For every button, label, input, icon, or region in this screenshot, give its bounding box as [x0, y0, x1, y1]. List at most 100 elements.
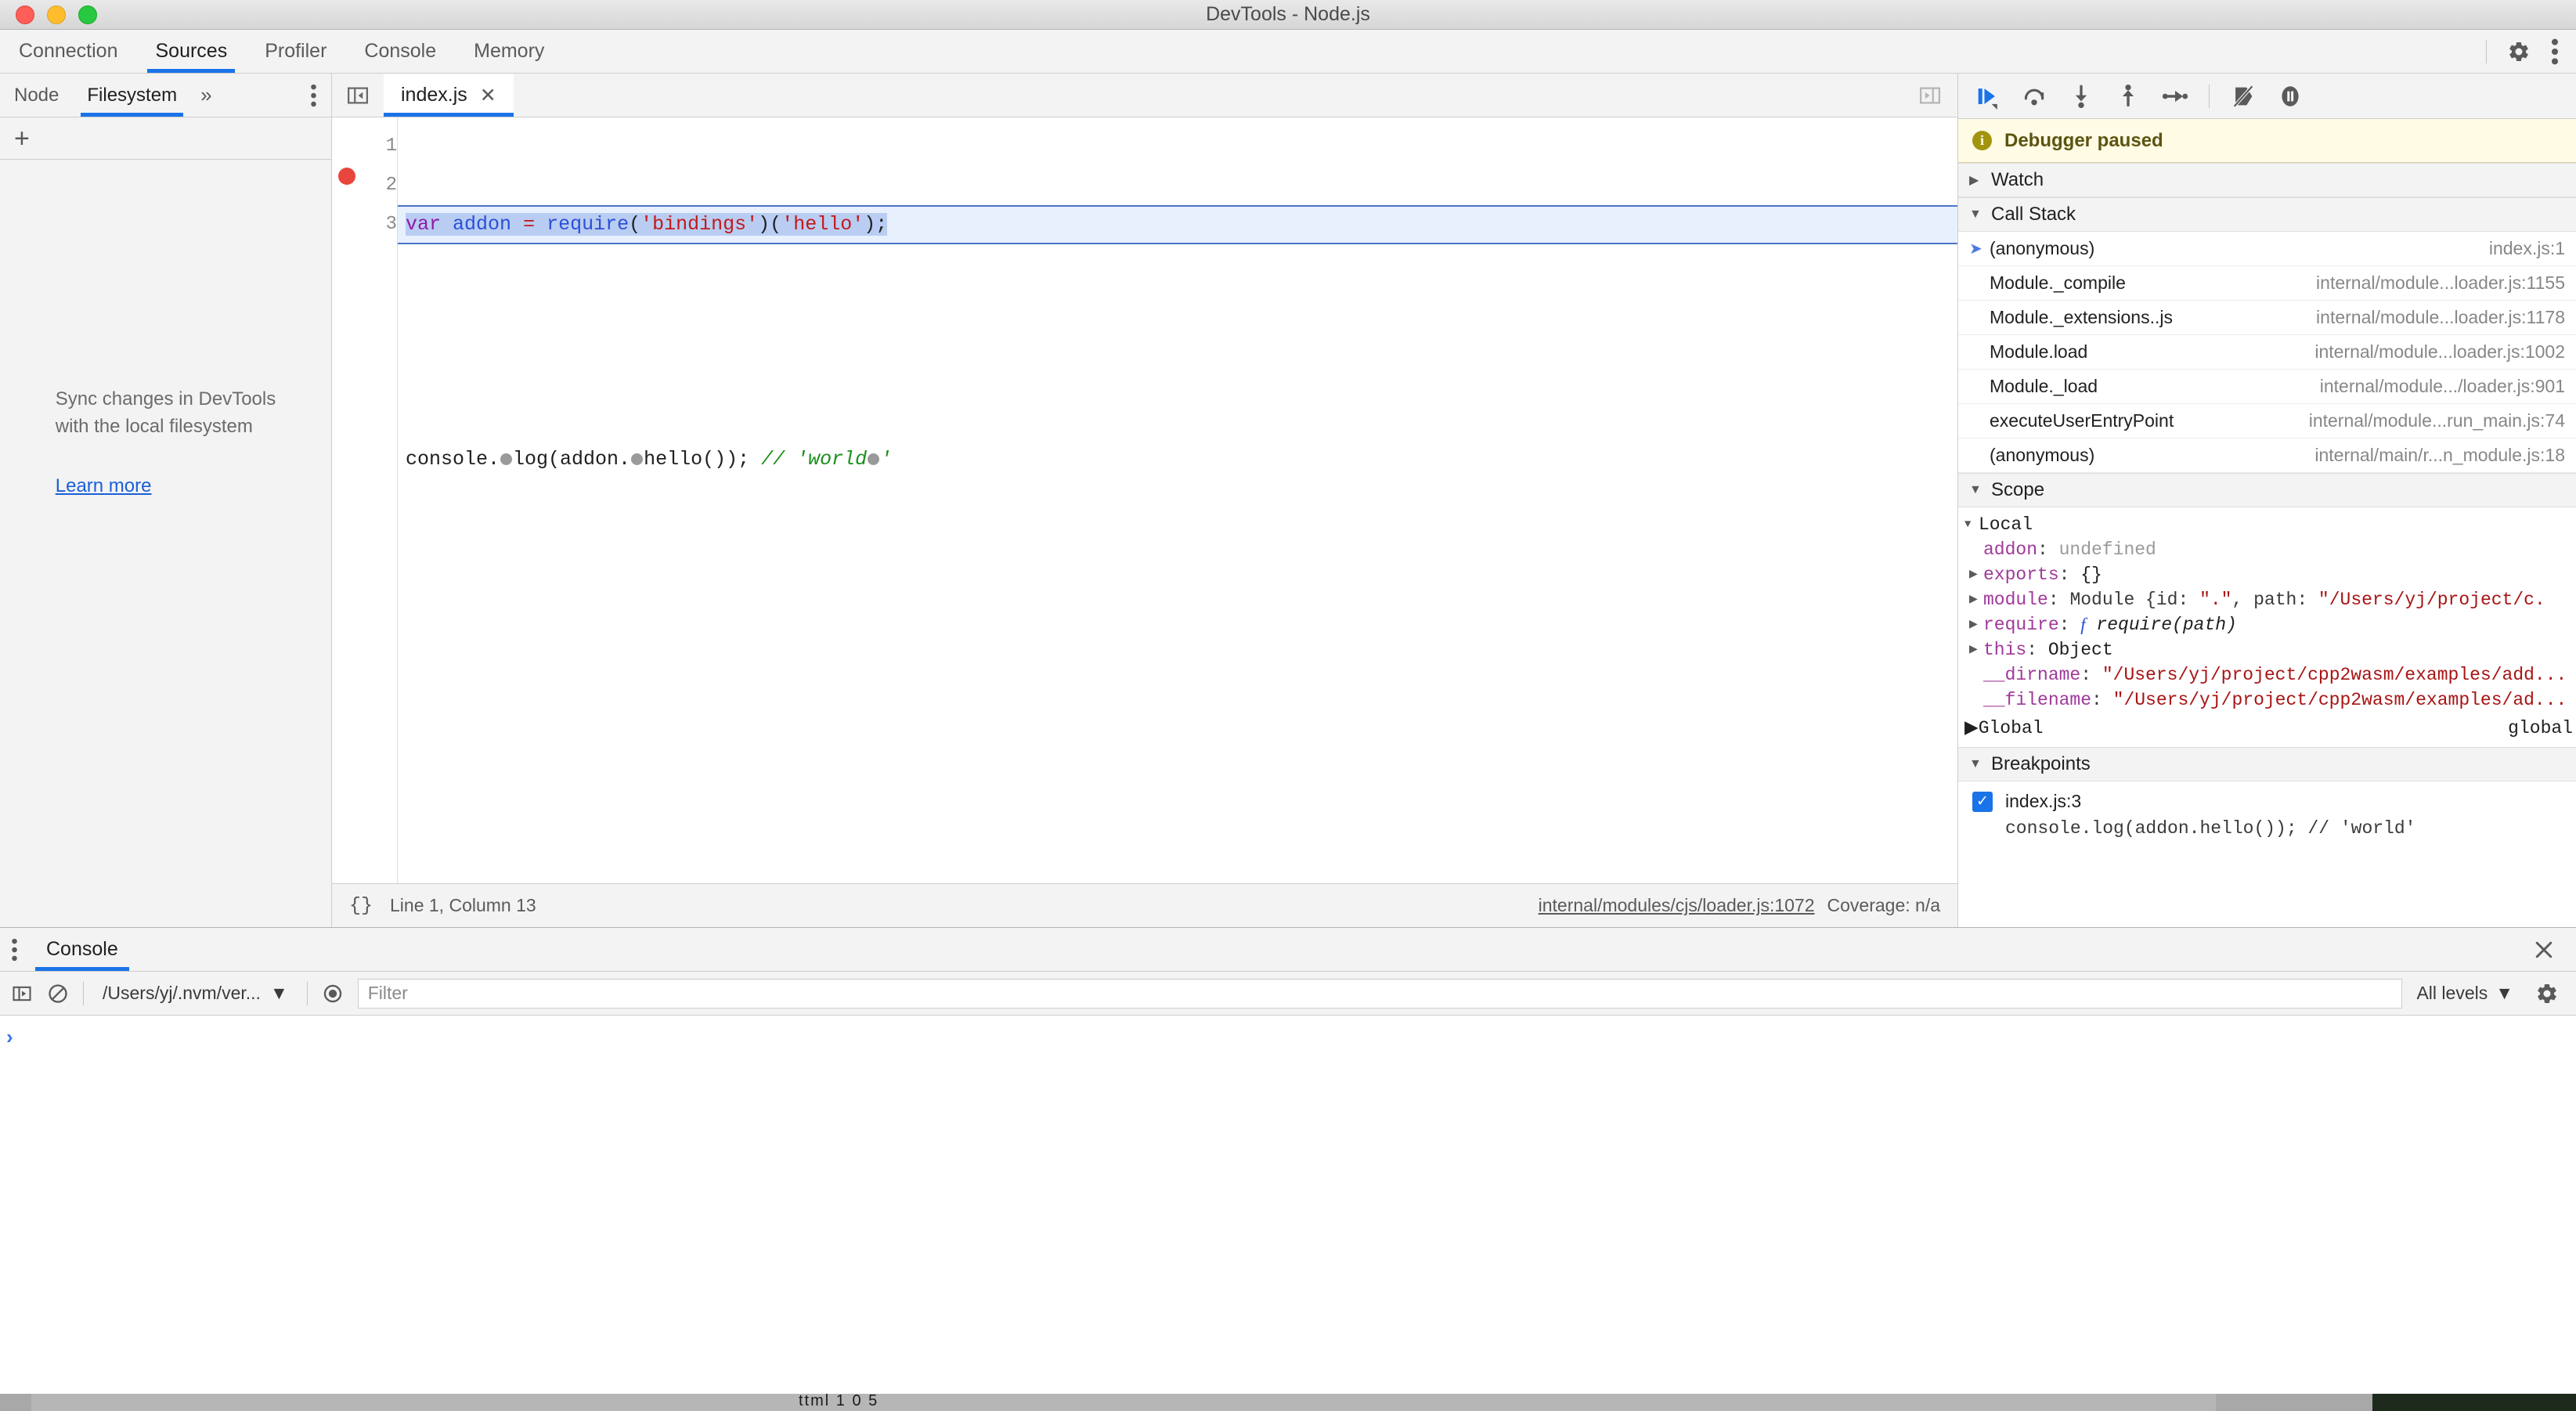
breakpoint-marker-line-3[interactable] — [338, 168, 355, 185]
minimize-window-button[interactable] — [47, 5, 66, 24]
console-sidebar-icon[interactable] — [11, 983, 33, 1005]
navigator-tab-filesystem[interactable]: Filesystem — [73, 74, 191, 117]
drawer-kebab-menu-icon[interactable] — [0, 928, 29, 971]
tab-memory[interactable]: Memory — [455, 30, 563, 73]
plus-icon[interactable]: + — [14, 125, 30, 152]
call-stack-frame[interactable]: Module.load internal/module...loader.js:… — [1958, 335, 2576, 370]
deactivate-breakpoints-icon[interactable] — [2230, 83, 2257, 110]
cursor-position: Line 1, Column 13 — [390, 895, 536, 915]
chevron-right-icon[interactable]: ▶ — [1969, 562, 1983, 587]
learn-more-link[interactable]: Learn more — [56, 475, 276, 497]
frame-location: internal/module...loader.js:1178 — [2316, 307, 2565, 327]
chevron-right-icon[interactable]: ▶ — [1969, 612, 1983, 637]
frame-name: executeUserEntryPoint — [1990, 410, 2174, 431]
expand-panel-icon[interactable] — [1918, 74, 1957, 117]
drawer-tab-console[interactable]: Console — [29, 928, 135, 971]
code-editor[interactable]: 1 2 3 var addon = require('bindings')('h… — [332, 117, 1957, 883]
call-stack-frame[interactable]: ➤ (anonymous) index.js:1 — [1958, 232, 2576, 266]
dock-segment-right — [2216, 1394, 2372, 1411]
editor-tab-filename: index.js — [401, 84, 467, 106]
collapse-navigator-icon[interactable] — [332, 74, 384, 117]
scope-value: Object — [2047, 640, 2113, 660]
scope-entry-exports[interactable]: ▶ exports: {} — [1958, 562, 2576, 587]
scope-value-module-prefix: Module {id: — [2069, 590, 2200, 610]
scope-entry-filename[interactable]: __filename: "/Users/yj/project/cpp2wasm/… — [1958, 687, 2576, 713]
code-content[interactable]: var addon = require('bindings')('hello')… — [398, 117, 1957, 883]
console-settings-gear-icon[interactable] — [2535, 982, 2565, 1005]
breakpoint-checkbox[interactable]: ✓ — [1972, 791, 1993, 812]
breakpoints-section-header[interactable]: ▼ Breakpoints — [1958, 747, 2576, 781]
code-line-3[interactable]: console. log(addon. hello()); // 'world ' — [406, 440, 1957, 479]
coverage-status: Coverage: n/a — [1827, 895, 1940, 915]
scope-entry-global[interactable]: ▶ Global global — [1958, 713, 2576, 744]
statusbar-right: internal/modules/cjs/loader.js:1072 Cove… — [1539, 895, 1940, 916]
console-level-selector[interactable]: All levels ▼ — [2416, 983, 2521, 1004]
call-stack-frame[interactable]: executeUserEntryPoint internal/module...… — [1958, 404, 2576, 438]
scope-local-root[interactable]: ▼ Local — [1958, 512, 2576, 537]
chevron-double-right-icon[interactable]: » — [191, 74, 221, 117]
call-stack-frame[interactable]: Module._compile internal/module...loader… — [1958, 266, 2576, 301]
step-into-icon[interactable] — [2068, 83, 2094, 110]
close-window-button[interactable] — [16, 5, 34, 24]
call-stack-list: ➤ (anonymous) index.js:1 Module._compile… — [1958, 232, 2576, 473]
tab-profiler[interactable]: Profiler — [246, 30, 345, 73]
console-output[interactable]: › — [0, 1016, 2576, 1411]
step-out-icon[interactable] — [2115, 83, 2141, 110]
traffic-lights — [0, 5, 97, 24]
frame-name: (anonymous) — [1990, 445, 2095, 465]
tab-connection[interactable]: Connection — [0, 30, 136, 73]
source-origin-link[interactable]: internal/modules/cjs/loader.js:1072 — [1539, 895, 1815, 916]
frame-location: internal/module...loader.js:1002 — [2314, 341, 2565, 362]
pretty-print-braces-icon[interactable]: {} — [349, 894, 373, 917]
console-drawer: Console /Users/yj/.nvm/ver... ▼ Filter A… — [0, 927, 2576, 1411]
execution-context-value: /Users/yj/.nvm/ver... — [103, 983, 261, 1003]
scope-entry-addon[interactable]: addon: undefined — [1958, 537, 2576, 562]
kebab-menu-icon[interactable] — [2551, 38, 2559, 65]
step-over-icon[interactable] — [2021, 83, 2047, 110]
chevron-down-icon: ▼ — [1964, 518, 1972, 531]
editor-tab-index-js[interactable]: index.js ✕ — [384, 74, 514, 117]
close-drawer-icon[interactable] — [2532, 928, 2576, 971]
console-prompt-row[interactable]: › — [0, 1027, 2576, 1047]
navigator-pane: Node Filesystem » + Sync changes in DevT… — [0, 74, 332, 927]
breakpoint-gutter[interactable] — [332, 117, 362, 883]
editor-statusbar: {} Line 1, Column 13 internal/modules/cj… — [332, 883, 1957, 927]
watch-section-header[interactable]: ▶ Watch — [1958, 163, 2576, 197]
gear-icon[interactable] — [2507, 40, 2531, 63]
navigator-tab-node[interactable]: Node — [0, 74, 73, 117]
scope-entry-module[interactable]: ▶ module: Module {id: ".", path: "/Users/… — [1958, 587, 2576, 612]
tab-console[interactable]: Console — [345, 30, 455, 73]
editor-tabbar: index.js ✕ — [332, 74, 1957, 117]
maximize-window-button[interactable] — [78, 5, 97, 24]
call-stack-frame[interactable]: Module._load internal/module.../loader.j… — [1958, 370, 2576, 404]
line-number-gutter: 1 2 3 — [362, 117, 398, 883]
clear-console-icon[interactable] — [47, 983, 69, 1005]
resume-icon[interactable] — [1974, 83, 2001, 110]
scope-section-header[interactable]: ▼ Scope — [1958, 473, 2576, 507]
coverage-dot — [868, 453, 880, 465]
scope-label: Scope — [1991, 479, 2045, 500]
step-icon[interactable] — [2162, 83, 2188, 110]
code-line-2[interactable] — [406, 323, 1957, 362]
code-line-1[interactable]: var addon = require('bindings')('hello')… — [398, 205, 1957, 244]
chevron-right-icon[interactable]: ▶ — [1964, 716, 1979, 741]
pause-on-exceptions-icon[interactable] — [2277, 83, 2304, 110]
console-filter-input[interactable]: Filter — [357, 978, 2403, 1009]
scope-entry-dirname[interactable]: __dirname: "/Users/yj/project/cpp2wasm/e… — [1958, 662, 2576, 687]
scope-entry-require[interactable]: ▶ require: f require(path) — [1958, 612, 2576, 637]
close-icon[interactable]: ✕ — [480, 84, 496, 107]
call-stack-frame[interactable]: (anonymous) internal/main/r...n_module.j… — [1958, 438, 2576, 473]
call-stack-frame[interactable]: Module._extensions..js internal/module..… — [1958, 301, 2576, 335]
navigator-kebab-menu-icon[interactable] — [310, 74, 331, 117]
chevron-right-icon[interactable]: ▶ — [1969, 637, 1983, 662]
live-expression-icon[interactable] — [322, 983, 344, 1005]
chevron-right-icon[interactable]: ▶ — [1969, 587, 1983, 612]
scope-entry-this[interactable]: ▶ this: Object — [1958, 637, 2576, 662]
execution-context-selector[interactable]: /Users/yj/.nvm/ver... ▼ — [98, 983, 293, 1004]
scope-global-label: Global — [1978, 718, 2044, 738]
call-stack-section-header[interactable]: ▼ Call Stack — [1958, 197, 2576, 232]
frame-name: Module.load — [1990, 341, 2088, 362]
tab-sources[interactable]: Sources — [136, 30, 246, 73]
breakpoint-list-item[interactable]: ✓ index.js:3 console.log(addon.hello());… — [1958, 781, 2576, 846]
chevron-down-icon: ▼ — [1969, 757, 1982, 770]
